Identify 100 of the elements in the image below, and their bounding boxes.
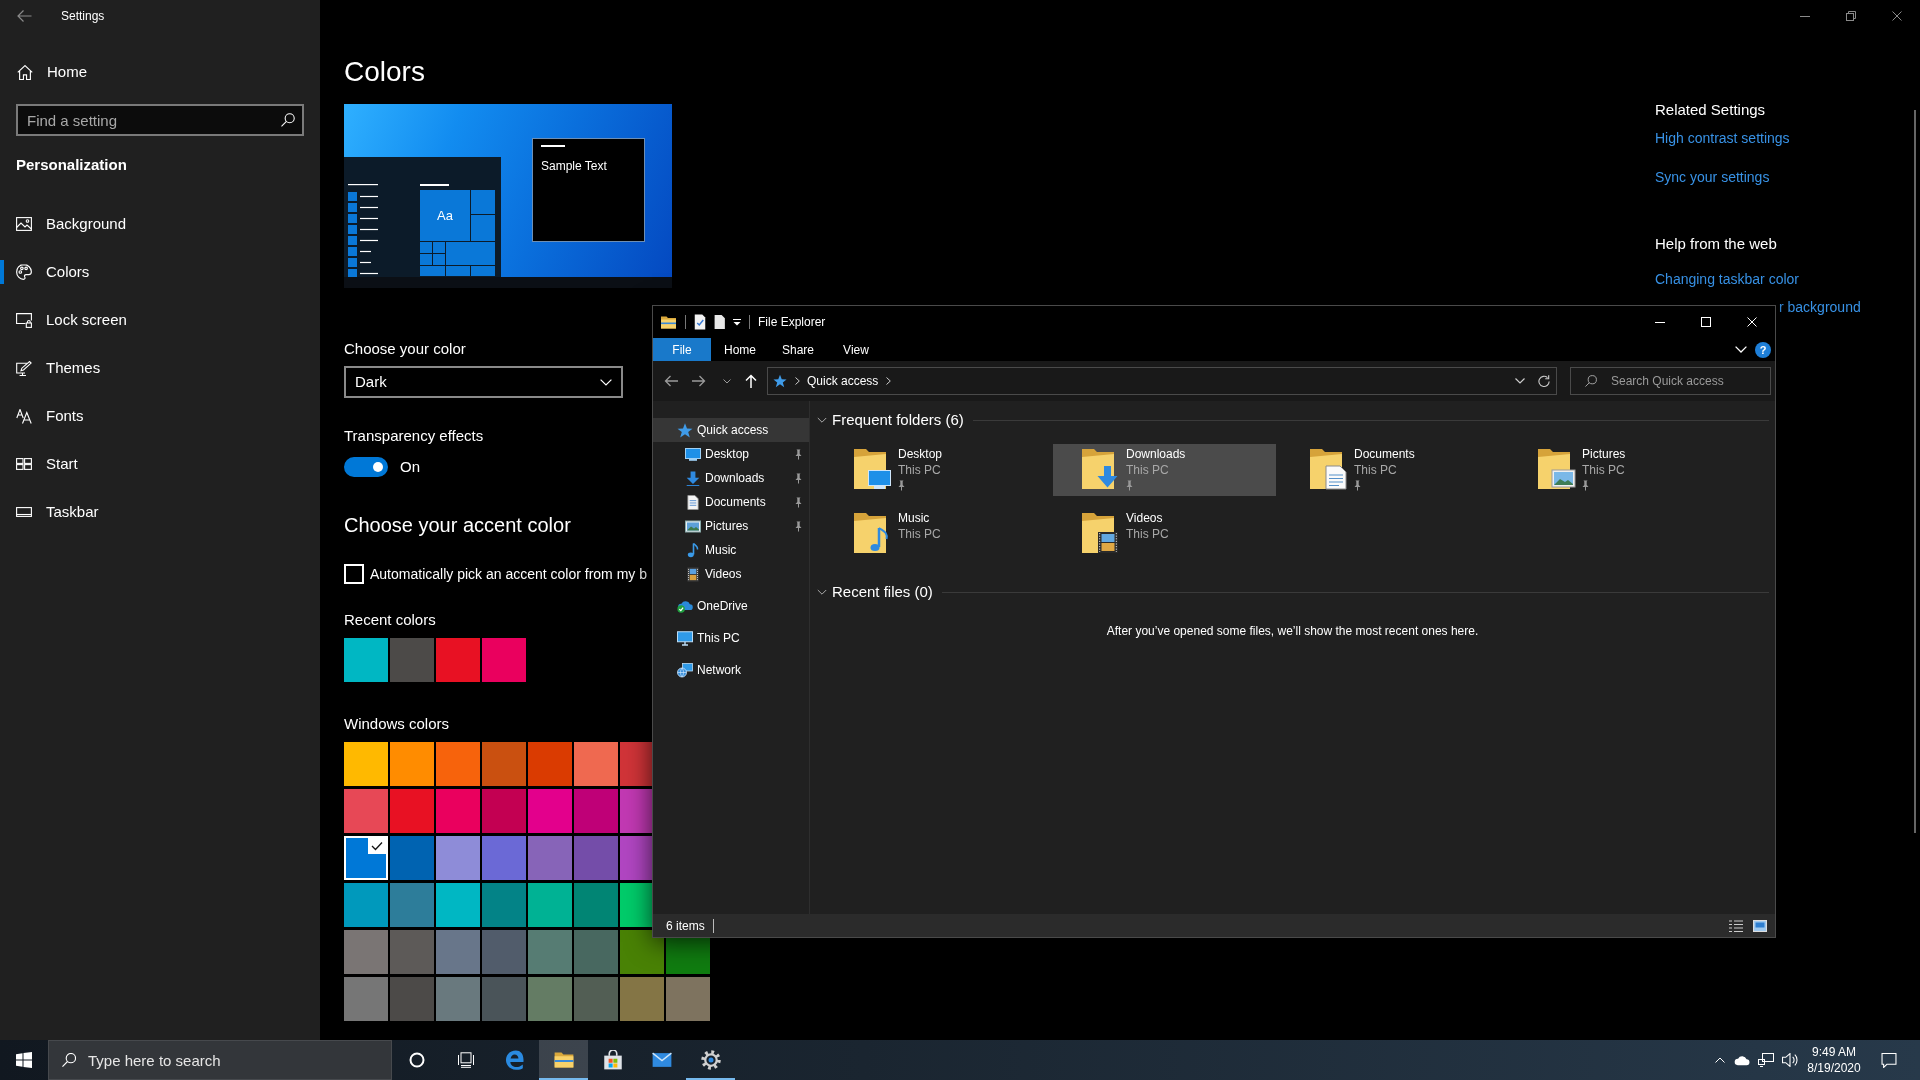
search-field[interactable]: Search Quick access — [1570, 367, 1771, 395]
nav-item[interactable]: Pictures — [653, 514, 809, 538]
help-button[interactable]: ? — [1755, 341, 1771, 358]
page-icon[interactable] — [714, 315, 725, 329]
nav-item[interactable]: Desktop — [653, 442, 809, 466]
ribbon-tab[interactable]: View — [827, 338, 885, 361]
color-swatch[interactable] — [390, 930, 434, 974]
color-mode-dropdown[interactable]: Dark — [344, 366, 623, 398]
color-swatch[interactable] — [344, 930, 388, 974]
ribbon-tab[interactable]: Share — [769, 338, 827, 361]
color-swatch[interactable] — [574, 836, 618, 880]
nav-item[interactable]: Downloads — [653, 466, 809, 490]
checkbox[interactable] — [344, 564, 364, 584]
link[interactable]: High contrast settings — [1655, 128, 1790, 148]
color-swatch[interactable] — [620, 742, 652, 786]
nav-item[interactable]: Themes — [0, 344, 320, 392]
color-swatch[interactable] — [390, 883, 434, 927]
folder-tile[interactable]: Downloads This PC — [1053, 444, 1276, 496]
color-swatch[interactable] — [528, 836, 572, 880]
nav-item[interactable]: Videos — [653, 562, 809, 586]
large-icons-view-icon[interactable] — [1753, 919, 1767, 932]
folder-tile[interactable]: Videos This PC — [1053, 508, 1276, 560]
color-swatch[interactable] — [436, 789, 480, 833]
file-menu-button[interactable]: File — [653, 338, 711, 361]
color-swatch[interactable] — [620, 883, 652, 927]
color-swatch[interactable] — [620, 789, 652, 833]
color-swatch[interactable] — [390, 742, 434, 786]
link[interactable]: Sync your settings — [1655, 167, 1770, 187]
color-swatch[interactable] — [620, 977, 664, 1021]
color-swatch[interactable] — [436, 836, 480, 880]
color-swatch[interactable] — [666, 938, 710, 974]
color-swatch[interactable] — [482, 789, 526, 833]
color-swatch[interactable] — [482, 977, 526, 1021]
nav-item[interactable]: Lock screen — [0, 296, 320, 344]
details-view-icon[interactable] — [1729, 919, 1743, 932]
color-swatch[interactable] — [574, 742, 618, 786]
nav-item[interactable]: Colors — [0, 248, 320, 296]
nav-item[interactable]: Start — [0, 440, 320, 488]
nav-item[interactable]: Quick access — [653, 418, 809, 442]
folder-tile[interactable]: Documents This PC — [1281, 444, 1504, 496]
color-swatch[interactable] — [574, 883, 618, 927]
nav-item[interactable]: Network — [653, 658, 809, 682]
breadcrumb[interactable]: Quick access — [807, 373, 879, 389]
color-swatch[interactable] — [344, 977, 388, 1021]
nav-item[interactable]: Background — [0, 200, 320, 248]
color-swatch[interactable] — [390, 789, 434, 833]
taskbar-app-button[interactable] — [539, 1040, 588, 1080]
color-swatch[interactable] — [344, 638, 388, 682]
nav-item[interactable]: Taskbar — [0, 488, 320, 536]
clock-button[interactable]: 9:49 AM 8/19/2020 — [1802, 1040, 1866, 1080]
checklist-icon[interactable] — [694, 314, 706, 330]
color-swatch[interactable] — [436, 977, 480, 1021]
color-swatch[interactable] — [436, 638, 480, 682]
color-swatch[interactable] — [574, 930, 618, 974]
color-swatch[interactable] — [436, 883, 480, 927]
color-swatch[interactable] — [344, 789, 388, 833]
color-swatch[interactable] — [436, 742, 480, 786]
color-swatch[interactable] — [528, 883, 572, 927]
search-field[interactable]: Find a setting — [16, 104, 304, 136]
toggle-switch[interactable] — [344, 457, 388, 477]
folder-icon — [660, 315, 677, 329]
color-swatch[interactable] — [528, 742, 572, 786]
link[interactable]: r background — [1779, 297, 1861, 317]
color-swatch[interactable] — [528, 789, 572, 833]
network-icon — [1758, 1053, 1774, 1067]
nav-item[interactable]: Fonts — [0, 392, 320, 440]
folder-tile[interactable]: Pictures This PC — [1509, 444, 1732, 496]
nav-item[interactable]: OneDrive — [653, 594, 809, 618]
color-swatch[interactable] — [390, 977, 434, 1021]
color-swatch[interactable] — [344, 883, 388, 927]
color-swatch[interactable] — [344, 742, 388, 786]
color-swatch[interactable] — [344, 836, 388, 880]
color-swatch[interactable] — [390, 638, 434, 682]
color-swatch[interactable] — [390, 836, 434, 880]
nav-item[interactable]: This PC — [653, 626, 809, 650]
search-field[interactable]: Type here to search — [48, 1040, 392, 1080]
folder-tile[interactable]: Desktop This PC — [825, 444, 1048, 496]
color-swatch[interactable] — [620, 930, 664, 974]
speaker-icon — [1782, 1053, 1798, 1067]
color-swatch[interactable] — [574, 789, 618, 833]
color-swatch[interactable] — [574, 977, 618, 1021]
color-swatch[interactable] — [666, 977, 710, 1021]
color-swatch[interactable] — [482, 930, 526, 974]
color-swatch[interactable] — [528, 977, 572, 1021]
home-link[interactable]: Home — [0, 60, 87, 84]
color-swatch[interactable] — [620, 836, 652, 880]
folder-tile[interactable]: Music This PC — [825, 508, 1048, 560]
nav-item[interactable]: Music — [653, 538, 809, 562]
color-swatch[interactable] — [482, 836, 526, 880]
color-swatch[interactable] — [482, 742, 526, 786]
caret-icon[interactable] — [733, 318, 741, 326]
preview-tile — [471, 266, 495, 276]
ribbon-tab[interactable]: Home — [711, 338, 769, 361]
color-swatch[interactable] — [528, 930, 572, 974]
color-swatch[interactable] — [482, 638, 526, 682]
chevron-down-icon[interactable] — [1735, 346, 1747, 353]
color-swatch[interactable] — [436, 930, 480, 974]
nav-item[interactable]: Documents — [653, 490, 809, 514]
link[interactable]: Changing taskbar color — [1655, 269, 1799, 289]
color-swatch[interactable] — [482, 883, 526, 927]
